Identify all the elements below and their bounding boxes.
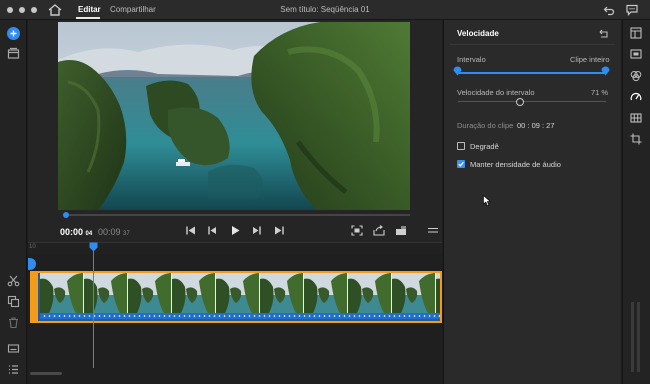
interval-speed-track[interactable]: [458, 101, 606, 102]
clip-trim-handle[interactable]: [30, 271, 38, 323]
step-back-icon[interactable]: [206, 225, 218, 236]
current-frames: 04: [85, 231, 93, 237]
menu-icon[interactable]: [427, 225, 439, 236]
home-icon[interactable]: [48, 4, 62, 16]
filmstrip-frame: [216, 273, 260, 313]
tab-editar[interactable]: Editar: [78, 5, 101, 14]
minimize-window-button[interactable]: [19, 7, 25, 13]
layout-icon[interactable]: [630, 27, 642, 39]
duration-frames: 37: [123, 231, 130, 237]
audio-meter-right: [637, 302, 640, 372]
audio-meter-left: [631, 302, 634, 372]
current-timecode: 00:00 04: [60, 227, 92, 237]
tab-compartilhar[interactable]: Compartilhar: [110, 5, 156, 14]
clip-filmstrip: [40, 273, 440, 313]
clip-duration-value[interactable]: 00 : 09 : 27: [517, 121, 555, 130]
playhead-line: [93, 250, 94, 368]
crossfade-checkbox[interactable]: [457, 142, 465, 150]
filmstrip-frame: [40, 273, 84, 313]
duration-time: 00:09: [98, 227, 121, 237]
media-icon[interactable]: [7, 47, 20, 60]
duration-timecode: 00:09 37: [98, 227, 130, 237]
filmstrip-frame: [304, 273, 348, 313]
title-bar: Editar Compartilhar Sem título: Seqüênci…: [0, 0, 650, 20]
undo-icon[interactable]: [603, 4, 615, 16]
color-icon[interactable]: [630, 70, 642, 82]
trash-icon[interactable]: [7, 316, 20, 329]
filmstrip-frame: [436, 273, 440, 313]
filmstrip-frame: [84, 273, 128, 313]
filmstrip-frame: [260, 273, 304, 313]
fit-icon[interactable]: [351, 225, 363, 236]
range-start-handle[interactable]: [453, 66, 462, 76]
lagoon-video-preview: [58, 22, 410, 210]
filmstrip-frame: [392, 273, 436, 313]
scrub-track[interactable]: [66, 214, 410, 216]
properties-panel: [443, 20, 621, 384]
range-end-handle[interactable]: [601, 66, 610, 76]
maintain-audio-label[interactable]: Manter densidade de áudio: [470, 160, 561, 169]
grid-icon[interactable]: [630, 112, 642, 124]
filmstrip-frame: [128, 273, 172, 313]
interval-speed-value[interactable]: 71 %: [591, 88, 608, 97]
filmstrip-frame: [172, 273, 216, 313]
go-to-end-icon[interactable]: [273, 225, 285, 236]
close-window-button[interactable]: [7, 7, 13, 13]
mouse-cursor: [483, 195, 492, 207]
aspect-icon[interactable]: [395, 225, 407, 236]
go-to-start-icon[interactable]: [185, 225, 197, 236]
captions-icon[interactable]: [7, 342, 20, 355]
step-forward-icon[interactable]: [251, 225, 263, 236]
playhead-handle[interactable]: [89, 242, 98, 252]
video-clip[interactable]: [30, 271, 442, 323]
clip-speed-dots: [42, 315, 440, 317]
range-start-label: Intervalo: [457, 55, 486, 64]
duplicate-icon[interactable]: [7, 295, 20, 308]
reset-icon[interactable]: [598, 28, 610, 39]
range-end-label: Clipe inteiro: [570, 55, 610, 64]
play-icon[interactable]: [229, 225, 241, 236]
interval-speed-label: Velocidade do intervalo: [457, 88, 535, 97]
left-toolbar: [0, 20, 27, 384]
ruler-label: 10: [29, 244, 36, 250]
speed-icon[interactable]: [630, 91, 642, 103]
current-time: 00:00: [60, 227, 84, 237]
crop-icon[interactable]: [630, 133, 642, 145]
crossfade-label[interactable]: Degradê: [470, 142, 499, 151]
scissors-icon[interactable]: [7, 274, 20, 287]
panel-divider: [450, 44, 615, 45]
export-frame-icon[interactable]: [373, 225, 385, 236]
timeline-scrollbar[interactable]: [30, 372, 62, 375]
video-frame[interactable]: [58, 22, 410, 210]
maintain-audio-checkbox[interactable]: [457, 160, 465, 168]
clip-duration-label: Duração do clipe: [457, 121, 514, 130]
zoom-window-button[interactable]: [31, 7, 37, 13]
panel-title: Velocidade: [457, 29, 499, 38]
scrub-handle[interactable]: [63, 212, 69, 218]
range-track[interactable]: [458, 72, 606, 74]
filmstrip-frame: [348, 273, 392, 313]
active-tab-indicator: [76, 17, 100, 19]
add-icon[interactable]: [7, 27, 20, 40]
transform-icon[interactable]: [630, 48, 642, 60]
feedback-icon[interactable]: [626, 4, 638, 16]
list-icon[interactable]: [7, 363, 20, 376]
